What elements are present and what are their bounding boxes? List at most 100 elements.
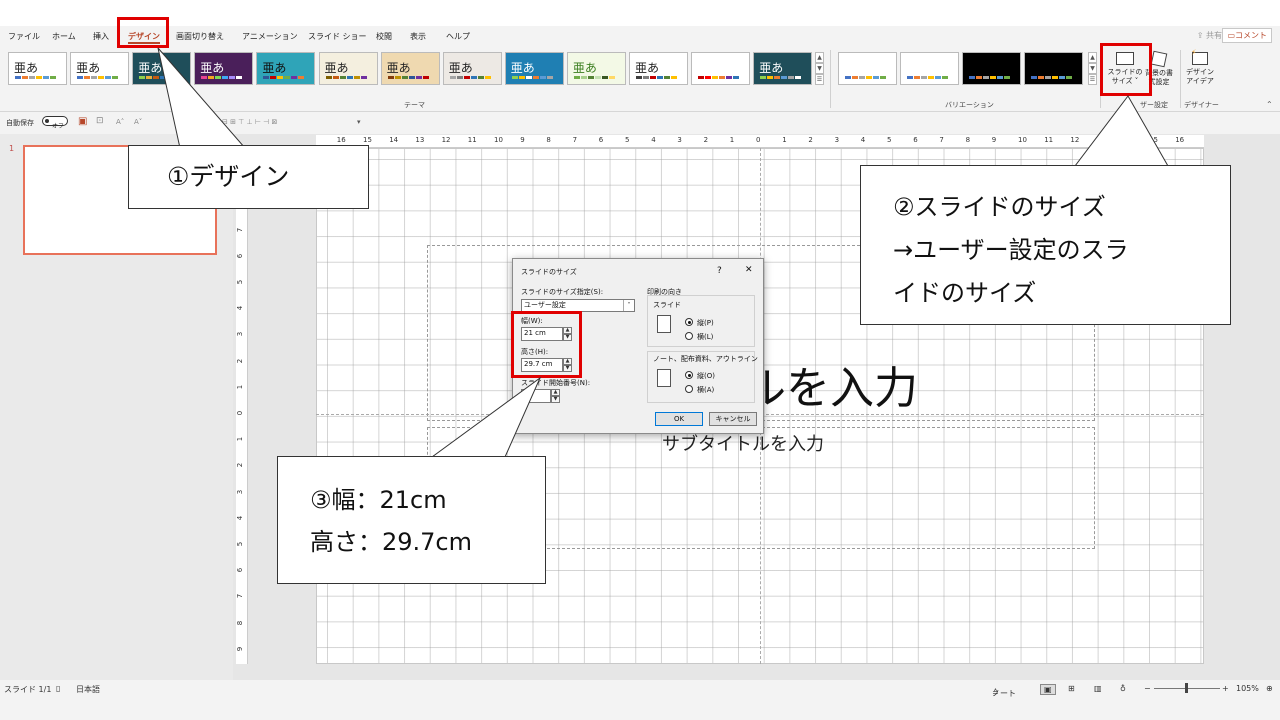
font-grow-icon[interactable]: A˄ xyxy=(116,118,124,126)
design-ideas-label-2: アイデア xyxy=(1186,77,1214,85)
theme-option[interactable]: 亜あ xyxy=(442,52,502,85)
font-shrink-icon[interactable]: A˅ xyxy=(134,118,142,126)
theme-sample-text: 亜あ xyxy=(324,61,349,75)
slideshow-icon[interactable]: ♁ xyxy=(1120,684,1126,693)
theme-option[interactable]: 亜あ xyxy=(380,52,440,85)
slide-portrait-radio[interactable] xyxy=(685,318,693,326)
comment-button[interactable]: ▭コメント xyxy=(1222,28,1272,43)
callout-3-line-2: 高さ：29.7cm xyxy=(310,528,473,556)
zoom-level[interactable]: 105% xyxy=(1236,684,1259,693)
variation-option[interactable] xyxy=(962,52,1021,85)
gallery-down-icon[interactable]: ▼ xyxy=(815,63,824,74)
language-label[interactable]: 日本語 xyxy=(76,684,100,695)
notes-doc-icon xyxy=(657,369,671,387)
zoom-slider-thumb[interactable] xyxy=(1185,683,1188,693)
cancel-button[interactable]: キャンセル xyxy=(709,412,757,426)
theme-option[interactable]: 亜あ xyxy=(194,52,254,85)
ruler-label: 16 xyxy=(336,136,346,144)
gallery-more-icon[interactable]: ☰ xyxy=(815,74,824,85)
tab-file[interactable]: ファイル xyxy=(8,31,40,42)
collapse-ribbon-icon[interactable]: ⌃ xyxy=(1266,100,1273,109)
callout-design: ①デザイン xyxy=(128,145,369,209)
spellcheck-icon[interactable]: ▯ xyxy=(56,684,60,693)
toggle-knob-icon xyxy=(45,119,49,123)
close-icon[interactable]: ✕ xyxy=(745,265,753,275)
theme-color-swatches xyxy=(636,76,677,79)
variation-group-label: バリエーション xyxy=(945,101,994,109)
fit-to-window-icon[interactable]: ⊕ xyxy=(1266,684,1273,693)
theme-color-swatches xyxy=(760,76,802,79)
format-background-icon xyxy=(1150,50,1168,68)
ruler-label: 8 xyxy=(236,620,245,625)
tab-transitions[interactable]: 画面切り替え xyxy=(176,31,224,42)
tab-animations[interactable]: アニメーション xyxy=(242,31,298,42)
tab-insert[interactable]: 挿入 xyxy=(93,31,109,42)
variation-option[interactable] xyxy=(1024,52,1083,85)
theme-option[interactable]: 亜あ xyxy=(504,52,564,85)
theme-option[interactable]: 亜あ xyxy=(629,52,688,85)
theme-option[interactable]: 亜あ xyxy=(566,52,626,85)
save-icon[interactable]: ▣ xyxy=(78,116,87,127)
zoom-in-icon[interactable]: + xyxy=(1222,684,1229,693)
tab-slideshow[interactable]: スライド ショー xyxy=(308,31,367,42)
align-icons[interactable]: ⊟ ⊞ ⊤ ⊥ ⊢ ⊣ ⊠ xyxy=(222,118,277,126)
theme-option[interactable]: 亜あ xyxy=(753,52,813,85)
autosave-toggle[interactable]: オフ xyxy=(42,116,68,130)
theme-option[interactable]: 亜あ xyxy=(256,52,316,85)
theme-option[interactable]: 亜あ xyxy=(318,52,378,85)
ruler-label: 1 xyxy=(236,384,245,390)
gallery-up-icon[interactable]: ▲ xyxy=(815,52,824,63)
tab-help[interactable]: ヘルプ xyxy=(446,31,470,42)
variation-option[interactable] xyxy=(900,52,959,85)
design-ribbon: 亜あ 亜あ 亜あ 亜あ 亜あ 亜あ 亜あ 亜あ 亜あ 亜あ 亜あ 亜あ 亜あ ▲ ▼ ☰ テーマ ▲ ▼… xyxy=(0,46,1280,112)
title-text: ルを入力 xyxy=(742,363,918,414)
theme-sample-text: 亜あ xyxy=(759,61,784,75)
variation-color-swatches xyxy=(845,76,886,79)
notes-orientation-label: ノート、配布資料、アウトライン xyxy=(653,355,758,363)
notes-landscape-radio[interactable] xyxy=(685,385,693,393)
ruler-label: 5 xyxy=(625,136,630,144)
ruler-label: 4 xyxy=(651,136,656,144)
ok-button[interactable]: OK xyxy=(655,412,703,426)
zoom-out-icon[interactable]: − xyxy=(1144,684,1151,693)
ruler-label: 6 xyxy=(236,253,245,259)
callout-2-line-1: ②スライドのサイズ xyxy=(893,193,1106,221)
ribbon-tab-bar: ファイル ホーム 挿入 デザイン 画面切り替え アニメーション スライド ショー… xyxy=(0,26,1280,46)
variation-color-swatches xyxy=(907,76,948,79)
theme-option[interactable]: 亜あ xyxy=(8,52,67,85)
tab-home[interactable]: ホーム xyxy=(52,31,76,42)
variation-option[interactable] xyxy=(838,52,897,85)
variation-down-icon[interactable]: ▼ xyxy=(1088,63,1097,74)
variation-color-swatches xyxy=(969,76,1010,79)
variation-up-icon[interactable]: ▲ xyxy=(1088,52,1097,63)
start-number-input[interactable]: 1 xyxy=(521,389,551,403)
theme-option[interactable]: 亜あ xyxy=(132,52,192,85)
theme-option[interactable]: 亜あ xyxy=(691,52,751,85)
tab-view[interactable]: 表示 xyxy=(410,31,426,42)
reading-view-icon[interactable]: ▥ xyxy=(1094,684,1102,693)
ruler-label: 9 xyxy=(991,136,997,144)
slide-landscape-radio[interactable] xyxy=(685,332,693,340)
start-number-up-icon[interactable]: ▲ xyxy=(551,389,560,396)
callout-2-line-3: イドのサイズ xyxy=(893,279,1037,307)
start-number-label: スライド開始番号(N): xyxy=(521,379,591,387)
ruler-label: 7 xyxy=(572,136,578,144)
notes-portrait-radio[interactable] xyxy=(685,371,693,379)
help-icon[interactable]: ? xyxy=(717,266,722,276)
ruler-label: 12 xyxy=(441,136,451,144)
dialog-title: スライドのサイズ xyxy=(521,268,577,276)
ruler-label: 0 xyxy=(756,136,761,144)
ruler-label: 4 xyxy=(236,515,245,521)
new-slide-icon[interactable]: ⊡ xyxy=(96,116,104,126)
theme-option[interactable]: 亜あ xyxy=(70,52,130,85)
size-spec-value: ユーザー設定 xyxy=(524,301,566,309)
tab-review[interactable]: 校閲 xyxy=(376,31,392,42)
slide-sorter-icon[interactable]: ⊞ xyxy=(1068,684,1075,693)
customize-qat-icon[interactable]: ▾ xyxy=(357,118,361,126)
design-ideas-button[interactable]: ⚡ デザイン アイデア xyxy=(1182,48,1218,86)
normal-view-icon[interactable]: ▣ xyxy=(1040,684,1056,695)
ruler-label: 6 xyxy=(598,136,604,144)
share-button[interactable]: ⇪ 共有 xyxy=(1197,30,1222,41)
start-number-down-icon[interactable]: ▼ xyxy=(551,396,560,403)
variation-more-icon[interactable]: ☰ xyxy=(1088,74,1097,85)
